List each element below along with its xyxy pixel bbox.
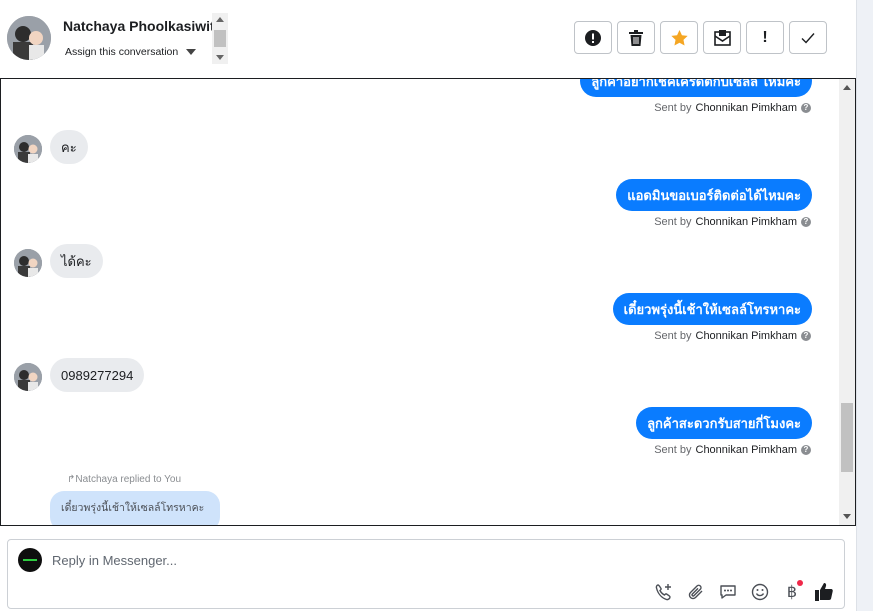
incoming-message-bubble[interactable]: ได้คะ	[50, 244, 103, 278]
help-icon[interactable]: ?	[801, 103, 811, 113]
contact-avatar-small[interactable]	[14, 363, 42, 391]
help-icon[interactable]: ?	[801, 445, 811, 455]
scrollbar-thumb[interactable]	[841, 403, 853, 472]
trash-icon	[629, 29, 643, 46]
reply-input[interactable]	[52, 549, 752, 571]
envelope-icon	[713, 29, 731, 46]
payment-icon[interactable]: ฿	[782, 580, 803, 602]
page-avatar	[18, 548, 42, 572]
scroll-down-arrow-icon[interactable]	[216, 55, 224, 60]
incoming-message-bubble[interactable]: คะ	[50, 130, 88, 164]
exclamation-icon: !	[762, 28, 768, 46]
sent-by-label: Sent by Chonnikan Pimkham ?	[654, 444, 811, 456]
baht-symbol: ฿	[786, 584, 798, 601]
help-icon[interactable]: ?	[801, 217, 811, 227]
conversation-header: Natchaya Phoolkasiwit Assign this conver…	[0, 0, 856, 78]
thread-scrollbar[interactable]	[839, 79, 855, 525]
sender-name: Chonnikan Pimkham	[695, 330, 798, 342]
incoming-message-bubble[interactable]: 0989277294	[50, 358, 145, 392]
sender-name: Chonnikan Pimkham	[695, 102, 798, 114]
sent-by-prefix: Sent by	[654, 330, 692, 342]
attachment-icon[interactable]	[686, 582, 706, 602]
sent-by-prefix: Sent by	[654, 444, 692, 456]
header-scrollbar[interactable]	[212, 13, 228, 64]
sent-by-label: Sent by Chonnikan Pimkham ?	[654, 102, 811, 114]
outgoing-message-bubble[interactable]: แอดมินขอเบอร์ติดต่อได้ไหมคะ	[616, 179, 812, 211]
messenger-conversation-view: Natchaya Phoolkasiwit Assign this conver…	[0, 0, 873, 611]
sent-by-prefix: Sent by	[654, 216, 692, 228]
sent-by-prefix: Sent by	[654, 102, 692, 114]
scrollbar-thumb[interactable]	[214, 30, 226, 47]
help-icon[interactable]: ?	[801, 331, 811, 341]
done-button[interactable]	[789, 21, 827, 54]
assign-label: Assign this conversation	[65, 46, 179, 58]
replied-label-text: Natchaya replied to You	[75, 474, 182, 485]
alert-circle-icon	[585, 29, 601, 46]
outgoing-message-bubble[interactable]: ลูกค้าสะดวกรับสายกี่โมงคะ	[636, 407, 812, 439]
page-edge	[856, 0, 873, 611]
scroll-up-arrow-icon[interactable]	[843, 85, 851, 90]
contact-avatar-small[interactable]	[14, 249, 42, 277]
replied-to-label: ↱Natchaya replied to You	[67, 474, 181, 485]
delete-button[interactable]	[617, 21, 655, 54]
important-button[interactable]: !	[746, 21, 784, 54]
scroll-up-arrow-icon[interactable]	[216, 17, 224, 22]
star-button[interactable]	[660, 21, 698, 54]
assign-conversation-dropdown[interactable]: Assign this conversation	[65, 46, 197, 58]
contact-avatar[interactable]	[7, 16, 51, 60]
outgoing-message-bubble[interactable]: ลูกค้าอยากเช็คเครดิตกับเซลล์ ไหมคะ	[580, 79, 812, 97]
mark-unread-button[interactable]	[703, 21, 741, 54]
composer-tools: ฿	[654, 580, 834, 602]
outgoing-message-bubble[interactable]: เดี๋ยวพรุ่งนี้เช้าให้เซลล์โทรหาคะ	[612, 293, 812, 325]
like-icon[interactable]	[814, 582, 834, 602]
message-thread[interactable]: ลูกค้าอยากเช็คเครดิตกับเซลล์ ไหมคะ Sent …	[0, 78, 856, 526]
check-icon	[801, 32, 815, 44]
sender-name: Chonnikan Pimkham	[695, 216, 798, 228]
notification-dot	[797, 580, 803, 586]
add-call-icon[interactable]	[654, 582, 674, 602]
emoji-icon[interactable]	[750, 582, 770, 602]
sender-name: Chonnikan Pimkham	[695, 444, 798, 456]
contact-name[interactable]: Natchaya Phoolkasiwit	[63, 18, 215, 34]
reply-composer: ฿	[7, 539, 845, 609]
star-icon	[670, 29, 688, 46]
contact-avatar-small[interactable]	[14, 135, 42, 163]
conversation-actions: !	[574, 21, 827, 54]
saved-replies-icon[interactable]	[718, 582, 738, 602]
sent-by-label: Sent by Chonnikan Pimkham ?	[654, 216, 811, 228]
scroll-down-arrow-icon[interactable]	[843, 514, 851, 519]
sent-by-label: Sent by Chonnikan Pimkham ?	[654, 330, 811, 342]
caret-down-icon	[186, 49, 197, 55]
quoted-reply-bubble[interactable]: เดี๋ยวพรุ่งนี้เช้าให้เซลล์โทรหาคะ	[50, 491, 220, 525]
spam-button[interactable]	[574, 21, 612, 54]
